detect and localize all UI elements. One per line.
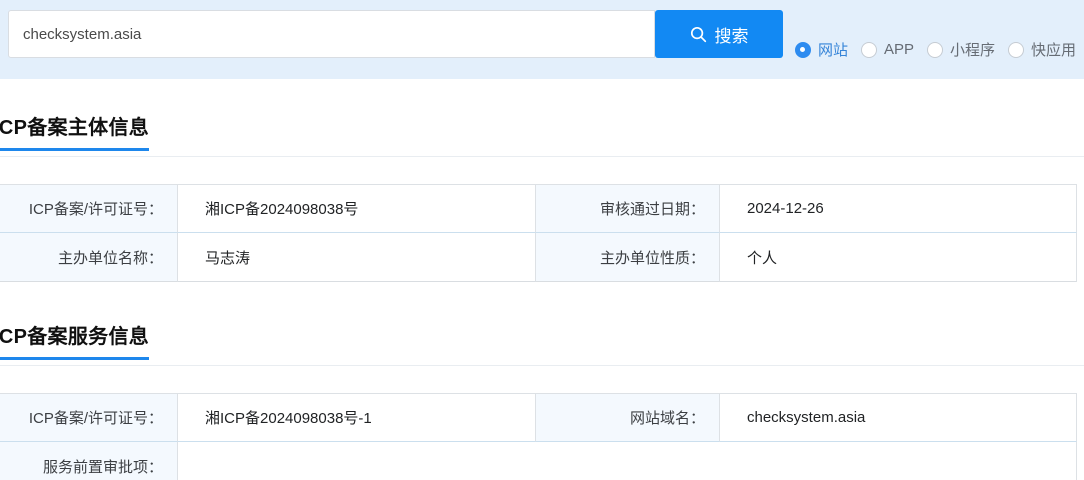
table-row: ICP备案/许可证号： 湘ICP备2024098038号 审核通过日期： 202… [0, 184, 1077, 233]
radio-option-quickapp[interactable]: 快应用 [1007, 39, 1076, 60]
search-bar: 搜索 网站 APP 小程序 快应用 [0, 0, 1084, 79]
service-section-header: ICP备案服务信息 [0, 320, 1084, 366]
service-license-label: ICP备案/许可证号： [0, 393, 178, 442]
table-row: 主办单位名称： 马志涛 主办单位性质： 个人 [0, 233, 1077, 282]
org-name-value: 马志涛 [178, 233, 536, 282]
subject-section-title: ICP备案主体信息 [0, 111, 150, 151]
pre-approval-label: 服务前置审批项： [0, 442, 178, 480]
org-name-label: 主办单位名称： [0, 233, 178, 282]
radio-unselected-icon [1007, 41, 1024, 58]
org-nature-value: 个人 [720, 233, 1077, 282]
approve-date-value: 2024-12-26 [720, 184, 1077, 233]
icp-license-label: ICP备案/许可证号： [0, 184, 178, 233]
section-divider [0, 156, 1084, 157]
query-type-radio-group: 网站 APP 小程序 快应用 [794, 39, 1076, 60]
section-divider [0, 365, 1084, 366]
radio-option-label: APP [883, 41, 914, 58]
radio-option-label: 网站 [817, 42, 848, 59]
approve-date-label: 审核通过日期： [536, 184, 720, 233]
radio-unselected-icon [860, 41, 877, 58]
icp-filing-lookup-page: 搜索 网站 APP 小程序 快应用 ICP备案主体信息 [0, 0, 1084, 480]
service-info-table: ICP备案/许可证号： 湘ICP备2024098038号-1 网站域名： che… [0, 393, 1077, 480]
table-row: ICP备案/许可证号： 湘ICP备2024098038号-1 网站域名： che… [0, 393, 1077, 442]
search-icon [690, 26, 707, 43]
service-section-title: ICP备案服务信息 [0, 320, 150, 360]
radio-option-label: 小程序 [949, 42, 995, 59]
site-domain-value: checksystem.asia [720, 393, 1077, 442]
radio-option-miniprogram[interactable]: 小程序 [926, 39, 995, 60]
subject-info-table: ICP备案/许可证号： 湘ICP备2024098038号 审核通过日期： 202… [0, 184, 1077, 282]
radio-option-website[interactable]: 网站 [794, 39, 848, 60]
results-area: ICP备案主体信息 ICP备案/许可证号： 湘ICP备2024098038号 审… [0, 111, 1084, 480]
radio-selected-icon [794, 41, 811, 58]
radio-unselected-icon [926, 41, 943, 58]
org-nature-label: 主办单位性质： [536, 233, 720, 282]
table-row: 服务前置审批项： [0, 442, 1077, 480]
radio-option-label: 快应用 [1030, 42, 1076, 59]
subject-section-header: ICP备案主体信息 [0, 111, 1084, 157]
icp-license-value: 湘ICP备2024098038号 [178, 184, 536, 233]
site-domain-label: 网站域名： [536, 393, 720, 442]
search-button[interactable]: 搜索 [655, 10, 783, 58]
search-button-label: 搜索 [714, 26, 749, 46]
pre-approval-value [178, 442, 1077, 480]
radio-option-app[interactable]: APP [860, 41, 914, 58]
service-license-value: 湘ICP备2024098038号-1 [178, 393, 536, 442]
search-input[interactable] [8, 10, 655, 58]
